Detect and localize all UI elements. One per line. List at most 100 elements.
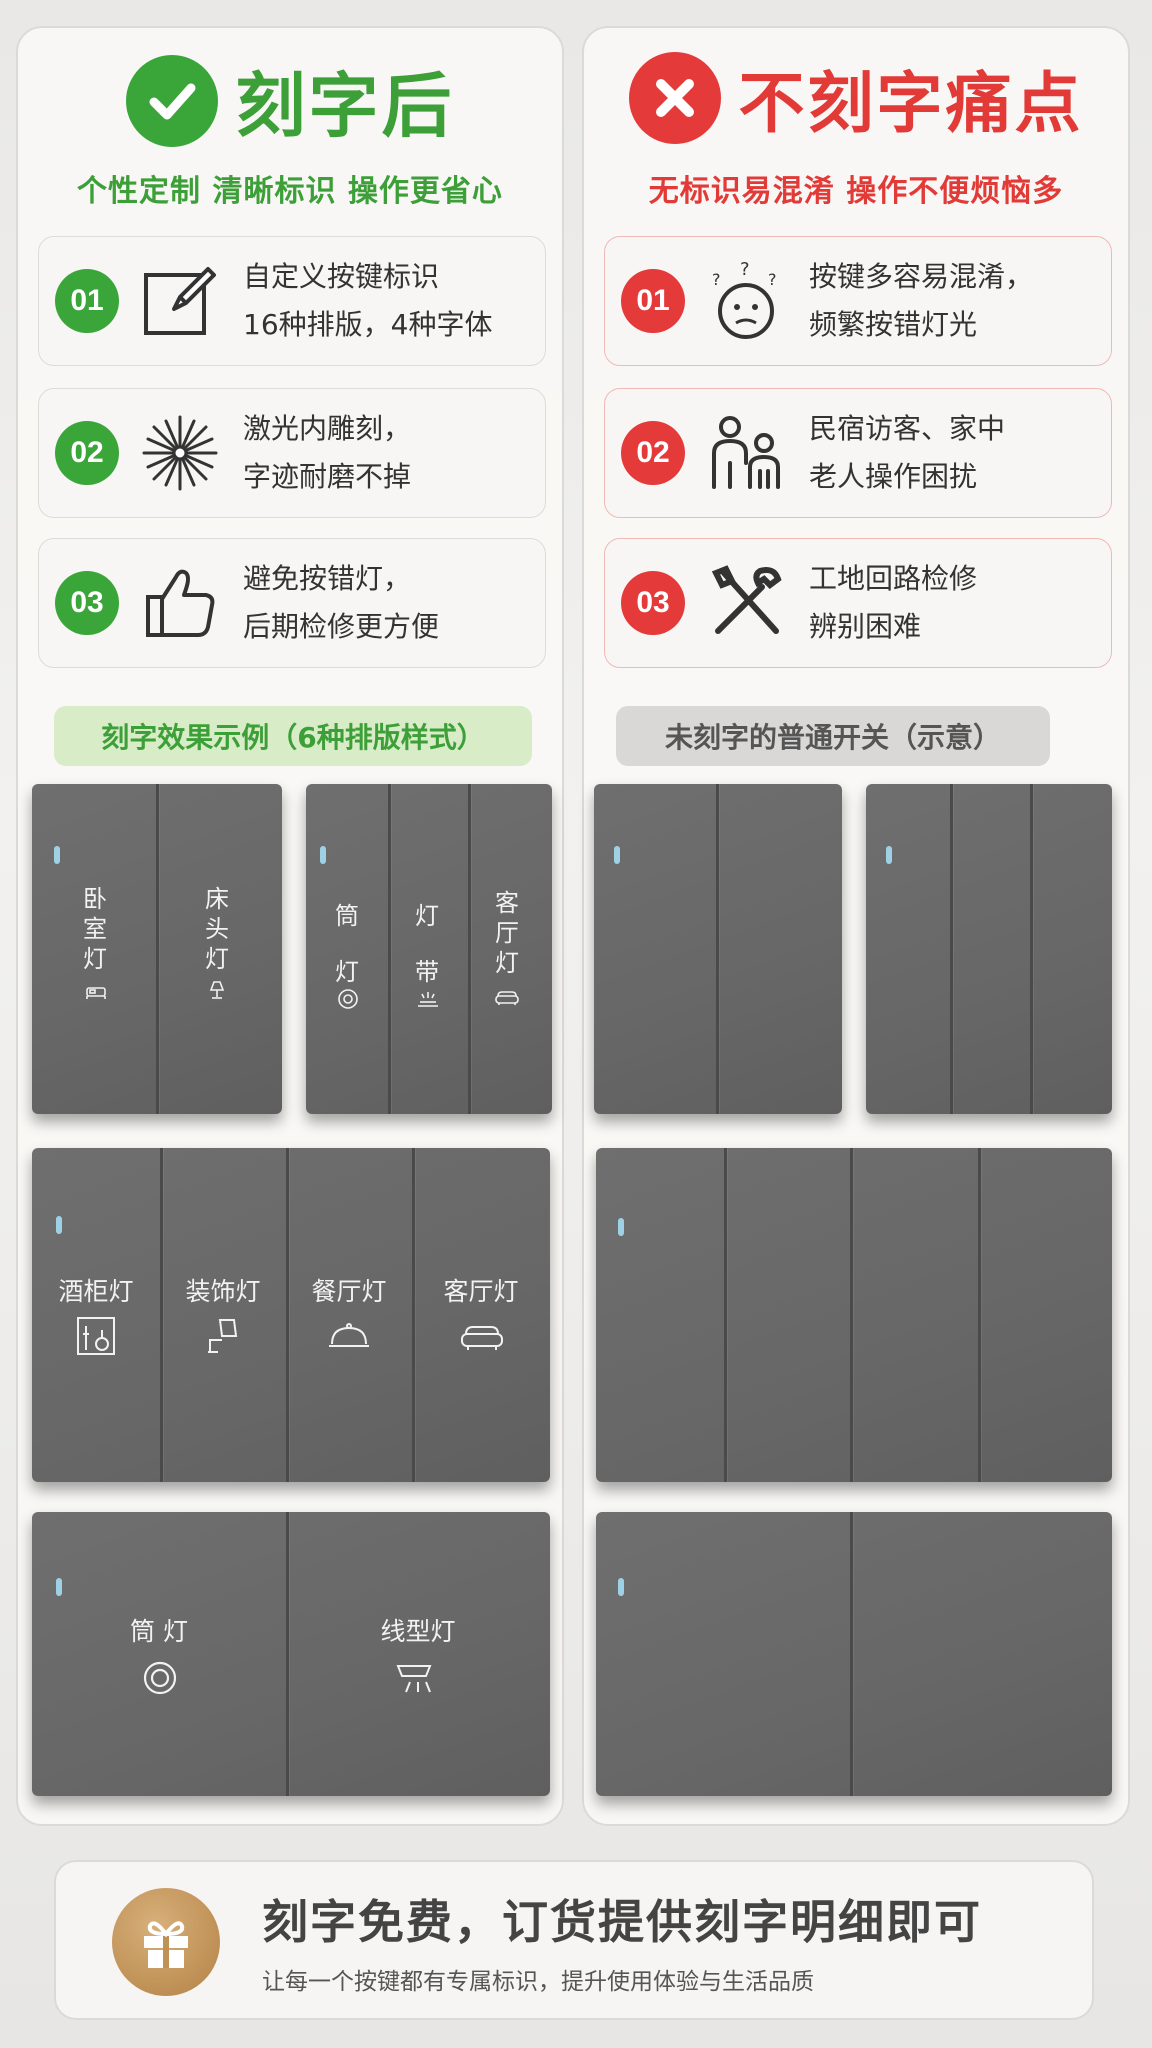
downlight-icon: [337, 988, 359, 1014]
pain-number: 02: [621, 421, 685, 485]
switch-panel-2gang-wide-engraved: 筒 灯 线型灯: [32, 1512, 550, 1796]
plain-header: 不刻字痛点: [584, 50, 1128, 146]
pain-line1: 民宿访客、家中: [809, 412, 1006, 445]
indicator-led: [614, 846, 620, 864]
key-seam: [388, 784, 391, 1114]
pain-number: 01: [621, 269, 685, 333]
sofa-icon: [460, 1324, 504, 1356]
pain-line1: 工地回路检修: [809, 562, 978, 595]
pain-text: 民宿访客、家中 老人操作困扰: [809, 405, 1005, 501]
engraved-examples-label: 刻字效果示例（6种排版样式）: [54, 706, 532, 766]
switch-panel-2gang-engraved: 卧室灯 床头灯: [32, 784, 282, 1114]
downlight-icon: [142, 1660, 178, 1700]
pain-line1: 按键多容易混淆，: [809, 260, 1034, 293]
plain-title: 不刻字痛点: [738, 65, 1084, 142]
pain-text: 工地回路检修 辨别困难: [809, 555, 977, 651]
plain-subtitle: 无标识易混淆 操作不便烦恼多: [648, 174, 1064, 209]
switch-panel-3gang-engraved: 筒灯 灯带 客厅灯: [306, 784, 552, 1114]
pain-card: 03 工地回路检修 辨别困难: [604, 538, 1112, 668]
key-label: 筒 灯: [130, 1617, 188, 1646]
key-seam: [850, 1512, 853, 1796]
footer-subtitle: 让每一个按键都有专属标识，提升使用体验与生活品质: [262, 1969, 814, 1995]
wine-cabinet-icon: [76, 1316, 116, 1360]
key-label: 卧室灯: [83, 885, 107, 973]
switch-panel-2gang-plain: [594, 784, 842, 1114]
svg-text:?: ?: [740, 259, 750, 280]
benefit-line1: 自定义按键标识: [243, 260, 440, 293]
pain-number: 03: [621, 571, 685, 635]
cross-icon: [628, 52, 721, 144]
benefit-line1: 避免按错灯，: [243, 562, 412, 595]
linear-light-icon: [396, 1662, 436, 1700]
key-seam: [1030, 784, 1033, 1114]
benefit-line2: 16种排版，4种字体: [243, 308, 493, 341]
check-icon: [125, 54, 218, 147]
key-seam: [724, 1148, 727, 1482]
key-seam: [156, 784, 159, 1114]
key-seam: [412, 1148, 415, 1482]
key-seam: [286, 1148, 289, 1482]
svg-text:?: ?: [712, 270, 721, 289]
pain-line2: 老人操作困扰: [809, 460, 978, 493]
key-label: 筒灯: [335, 902, 359, 986]
indicator-led: [618, 1218, 624, 1236]
indicator-led: [54, 846, 60, 864]
page: 刻字后 个性定制 清晰标识 操作更省心 01 自定义按键标识 16种排版，4种字…: [0, 0, 1152, 2048]
benefit-line1: 激光内雕刻，: [243, 412, 412, 445]
key-label: 客厅灯: [495, 889, 519, 977]
switch-panel-2gang-wide-plain: [596, 1512, 1112, 1796]
footer-title: 刻字免费，订货提供刻字明细即可: [262, 1895, 982, 1949]
light-strip-icon: [416, 990, 440, 1012]
edit-icon: [135, 256, 225, 346]
pain-text: 按键多容易混淆， 频繁按错灯光: [809, 253, 1033, 349]
key-seam: [850, 1148, 853, 1482]
key-seam: [468, 784, 471, 1114]
benefit-text: 自定义按键标识 16种排版，4种字体: [243, 253, 492, 349]
indicator-led: [56, 1216, 62, 1234]
key-seam: [950, 784, 953, 1114]
engraved-title: 刻字后: [235, 65, 455, 147]
key-seam: [978, 1148, 981, 1482]
laser-burst-icon: [135, 408, 225, 498]
benefit-number: 02: [55, 421, 119, 485]
confused-face-icon: ???: [701, 256, 791, 346]
plain-examples-label: 未刻字的普通开关（示意）: [616, 706, 1050, 766]
key-seam: [716, 784, 719, 1114]
switch-panel-3gang-plain: [866, 784, 1112, 1114]
switch-panel-4gang-plain: [596, 1148, 1112, 1482]
pain-card: 01 ??? 按键多容易混淆， 频繁按错灯光: [604, 236, 1112, 366]
benefit-card: 02 激光内雕刻， 字迹耐磨不掉: [38, 388, 546, 518]
key-label: 线型灯: [380, 1617, 456, 1646]
key-label: 床头灯: [205, 885, 229, 973]
lamp-icon: [206, 980, 228, 1004]
benefit-text: 激光内雕刻， 字迹耐磨不掉: [243, 405, 411, 501]
key-seam: [160, 1148, 163, 1482]
thumbs-up-icon: [135, 558, 225, 648]
indicator-led: [618, 1578, 624, 1596]
tools-icon: [701, 558, 791, 648]
pain-card: 02 民宿访客、家中 老人操作困扰: [604, 388, 1112, 518]
key-label: 装饰灯: [185, 1277, 261, 1306]
gift-icon: [112, 1888, 220, 1996]
benefit-line2: 字迹耐磨不掉: [243, 460, 412, 493]
benefit-number: 03: [55, 571, 119, 635]
pain-line2: 辨别困难: [809, 610, 922, 643]
key-label: 灯带: [415, 902, 439, 986]
benefit-line2: 后期检修更方便: [243, 610, 440, 643]
decor-lamp-icon: [206, 1318, 240, 1358]
indicator-led: [56, 1578, 62, 1596]
dining-cloche-icon: [328, 1322, 370, 1356]
indicator-led: [886, 846, 892, 864]
indicator-led: [320, 846, 326, 864]
bed-icon: [84, 984, 108, 1004]
svg-text:?: ?: [768, 270, 777, 289]
benefit-number: 01: [55, 269, 119, 333]
benefit-card: 01 自定义按键标识 16种排版，4种字体: [38, 236, 546, 366]
key-label: 客厅灯: [443, 1277, 519, 1306]
switch-panel-4gang-engraved: 酒柜灯 装饰灯 餐厅灯 客厅灯: [32, 1148, 550, 1482]
people-icon: [701, 408, 791, 498]
pain-line2: 频繁按错灯光: [809, 308, 978, 341]
benefit-card: 03 避免按错灯， 后期检修更方便: [38, 538, 546, 668]
key-label: 餐厅灯: [311, 1277, 387, 1306]
key-seam: [286, 1512, 289, 1796]
